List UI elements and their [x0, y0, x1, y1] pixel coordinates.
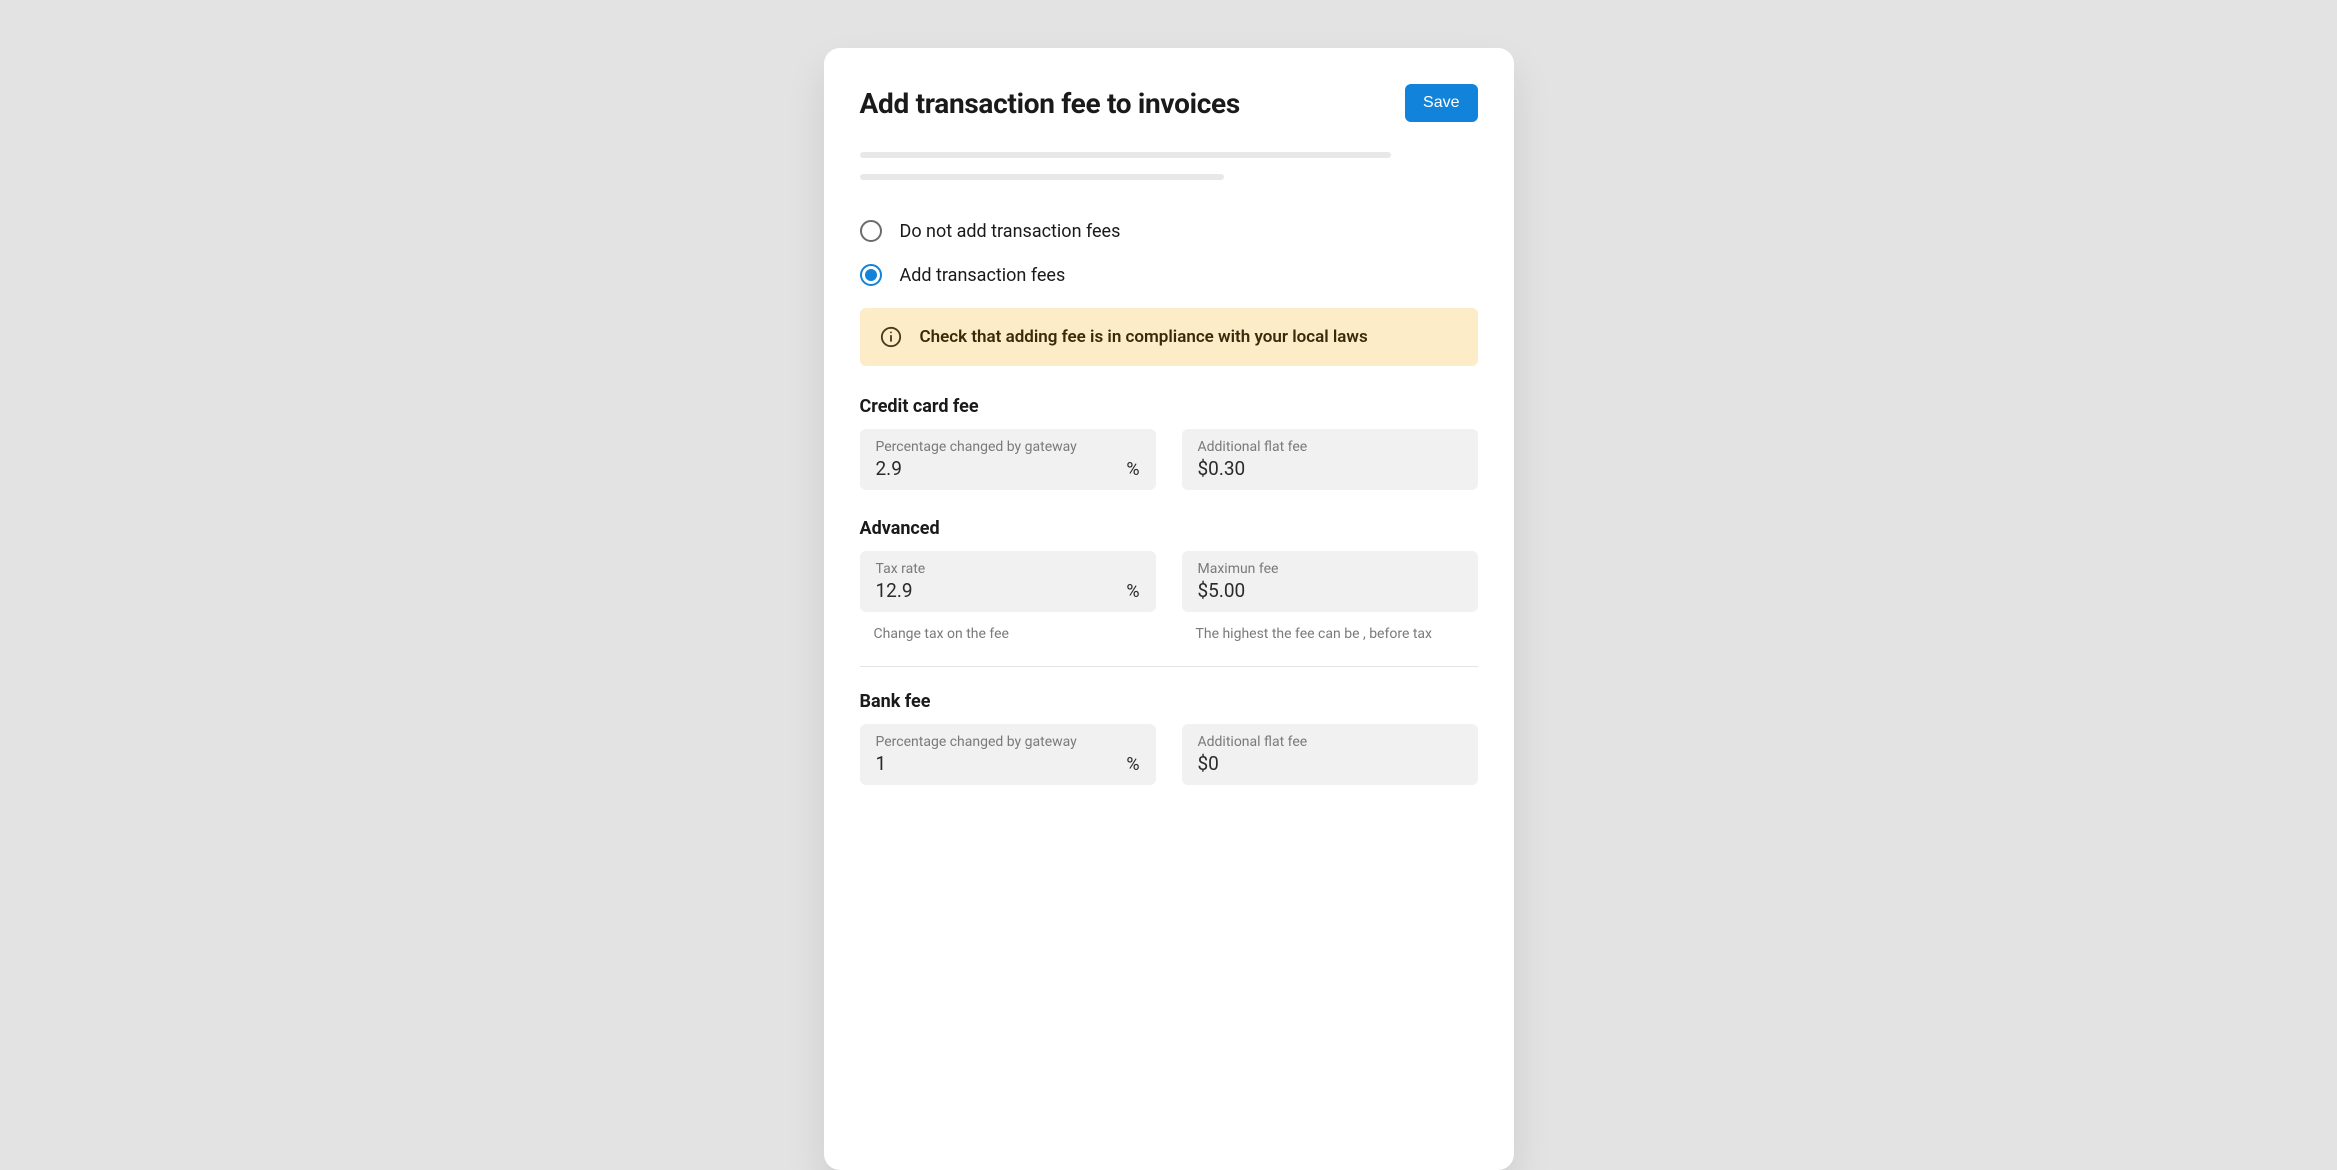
credit-card-fields: Percentage changed by gateway 2.9 % Addi…: [860, 429, 1478, 490]
advanced-fields: Tax rate 12.9 % Maximun fee $5.00: [860, 551, 1478, 612]
radio-label: Do not add transaction fees: [900, 221, 1121, 242]
percent-suffix: %: [1126, 581, 1139, 602]
section-title-advanced: Advanced: [860, 518, 1478, 539]
field-value: 12.9: [876, 579, 913, 602]
field-value: $5.00: [1198, 579, 1246, 602]
save-button[interactable]: Save: [1405, 84, 1477, 122]
bank-flat-field[interactable]: Additional flat fee $0: [1182, 724, 1478, 785]
max-fee-field[interactable]: Maximun fee $5.00: [1182, 551, 1478, 612]
credit-card-flat-field[interactable]: Additional flat fee $0.30: [1182, 429, 1478, 490]
bank-percentage-field[interactable]: Percentage changed by gateway 1 %: [860, 724, 1156, 785]
advanced-hints: Change tax on the fee The highest the fe…: [860, 620, 1478, 642]
field-value: $0.30: [1198, 457, 1246, 480]
compliance-alert: Check that adding fee is in compliance w…: [860, 308, 1478, 366]
field-label: Additional flat fee: [1198, 734, 1462, 750]
radio-add[interactable]: Add transaction fees: [860, 264, 1478, 286]
field-value: 1: [876, 752, 887, 775]
percent-suffix: %: [1126, 459, 1139, 480]
radio-label: Add transaction fees: [900, 265, 1066, 286]
bank-fields: Percentage changed by gateway 1 % Additi…: [860, 724, 1478, 785]
field-label: Percentage changed by gateway: [876, 734, 1140, 750]
section-title-bank: Bank fee: [860, 691, 1478, 712]
max-fee-hint: The highest the fee can be , before tax: [1182, 620, 1478, 642]
alert-text: Check that adding fee is in compliance w…: [920, 327, 1368, 347]
radio-do-not-add[interactable]: Do not add transaction fees: [860, 220, 1478, 242]
field-value: $0: [1198, 752, 1219, 775]
tax-rate-hint: Change tax on the fee: [860, 620, 1156, 642]
field-label: Tax rate: [876, 561, 1140, 577]
tax-rate-field[interactable]: Tax rate 12.9 %: [860, 551, 1156, 612]
description-placeholder-line-2: [860, 174, 1225, 180]
section-divider: [860, 666, 1478, 667]
section-title-credit-card: Credit card fee: [860, 396, 1478, 417]
field-value: 2.9: [876, 457, 902, 480]
credit-card-percentage-field[interactable]: Percentage changed by gateway 2.9 %: [860, 429, 1156, 490]
info-icon: [880, 326, 902, 348]
card-header: Add transaction fee to invoices Save: [860, 84, 1478, 122]
radio-icon: [860, 220, 882, 242]
settings-card: Add transaction fee to invoices Save Do …: [824, 48, 1514, 1170]
radio-icon-selected: [860, 264, 882, 286]
percent-suffix: %: [1126, 754, 1139, 775]
field-label: Percentage changed by gateway: [876, 439, 1140, 455]
page-title: Add transaction fee to invoices: [860, 87, 1240, 120]
field-label: Maximun fee: [1198, 561, 1462, 577]
description-placeholder-line-1: [860, 152, 1391, 158]
field-label: Additional flat fee: [1198, 439, 1462, 455]
